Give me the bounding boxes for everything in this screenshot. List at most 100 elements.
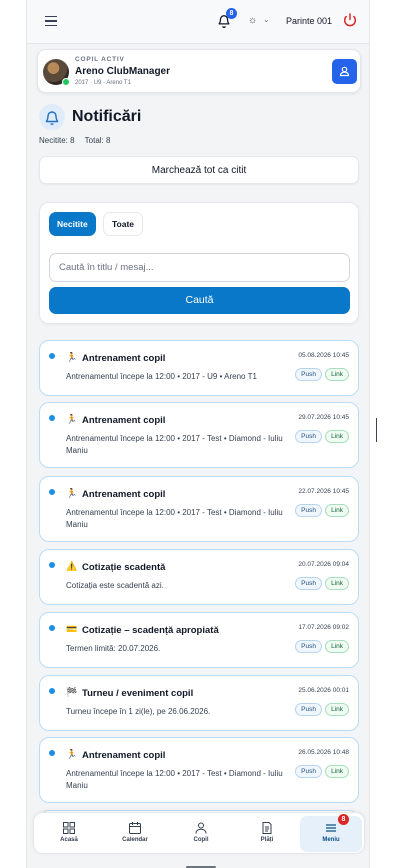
grid-icon	[63, 822, 75, 834]
checkered-flag-icon: 🏁	[66, 687, 78, 697]
unread-dot	[49, 688, 55, 694]
notification-card[interactable]: 🏃 Antrenament copil Antrenamentul începe…	[39, 737, 359, 803]
menu-lines-icon	[326, 824, 336, 832]
unread-dot	[49, 750, 55, 756]
unread-dot	[49, 353, 55, 359]
notification-counts: Necitite: 8 Total: 8	[39, 136, 118, 145]
child-avatar	[43, 59, 70, 86]
top-bar: 8 ☼ ⌄ Parinte 001	[27, 0, 369, 44]
user-icon	[339, 66, 350, 77]
logout-button[interactable]	[342, 12, 358, 28]
push-tag: Push	[295, 577, 322, 590]
total-count: Total: 8	[84, 136, 111, 145]
link-tag[interactable]: Link	[325, 703, 349, 716]
nav-menu-label: Meniu	[322, 837, 340, 843]
search-button[interactable]: Caută	[49, 287, 350, 314]
active-child-card[interactable]: COPIL ACTIV Areno ClubManager 2017 · U9 …	[37, 49, 361, 93]
link-tag[interactable]: Link	[325, 368, 349, 381]
notification-card[interactable]: 🏁 Turneu / eveniment copil Turneu începe…	[39, 675, 359, 731]
nav-child[interactable]: Copil	[170, 816, 232, 852]
notifications-button[interactable]: 8	[217, 8, 237, 29]
nav-menu[interactable]: 8 Meniu	[300, 814, 362, 852]
notification-time: 25.06.2026 00:01	[298, 687, 349, 694]
notification-time: 22.07.2026 10:45	[298, 488, 349, 495]
active-child-name: Areno ClubManager	[75, 66, 171, 77]
tab-unread[interactable]: Necitite	[49, 212, 96, 236]
active-child-label: COPIL ACTIV	[75, 56, 125, 63]
notification-title: Cotizație – scadență apropiată	[82, 625, 219, 636]
notification-count-badge: 8	[226, 8, 237, 19]
mark-all-read-button[interactable]: Marchează tot ca citit	[39, 156, 359, 184]
notification-time: 17.07.2026 09:02	[298, 624, 349, 631]
switch-child-button[interactable]	[332, 59, 357, 84]
filter-card: Necitite Toate Caută	[39, 202, 359, 324]
notification-body: Turneu începe în 1 zi(le), pe 26.06.2026…	[66, 707, 211, 716]
active-child-meta: 2017 · U9 · Areno T1	[75, 80, 131, 86]
menu-badge: 8	[338, 814, 349, 825]
scrollbar-thumb[interactable]	[376, 418, 377, 442]
push-tag: Push	[295, 504, 322, 517]
notification-card[interactable]: 🏃 Antrenament copil Antrenamentul începe…	[39, 402, 359, 468]
nav-payments[interactable]: Plăți	[236, 816, 298, 852]
sun-icon[interactable]: ☼	[248, 15, 257, 26]
notification-card[interactable]: ⚠️ Cotizație scadentă Cotizația este sca…	[39, 549, 359, 605]
push-tag: Push	[295, 703, 322, 716]
nav-payments-label: Plăți	[260, 837, 274, 843]
nav-calendar[interactable]: Calendar	[104, 816, 166, 852]
notification-time: 26.05.2026 10:48	[298, 749, 349, 756]
search-input[interactable]	[49, 253, 350, 282]
notification-time: 05.08.2026 10:45	[298, 352, 349, 359]
power-icon	[343, 13, 357, 27]
link-tag[interactable]: Link	[325, 765, 349, 778]
notification-body: Antrenamentul începe la 12:00 • 2017 - T…	[66, 508, 283, 529]
nav-home[interactable]: Acasă	[38, 816, 100, 852]
document-icon	[262, 822, 272, 834]
unread-dot	[49, 562, 55, 568]
credit-card-icon: 💳	[66, 624, 78, 634]
link-tag[interactable]: Link	[325, 430, 349, 443]
running-icon: 🏃	[66, 749, 78, 759]
notification-body: Antrenamentul începe la 12:00 • 2017 - U…	[66, 372, 257, 381]
notification-card[interactable]: 💳 Cotizație – scadență apropiată Termen …	[39, 612, 359, 668]
user-name[interactable]: Parinte 001	[286, 16, 332, 26]
page-title: Notificări	[72, 108, 142, 125]
notification-body: Cotizația este scadentă azi.	[66, 581, 164, 590]
running-icon: 🏃	[66, 414, 78, 424]
unread-dot	[49, 415, 55, 421]
notification-body: Antrenamentul începe la 12:00 • 2017 - T…	[66, 434, 283, 455]
link-tag[interactable]: Link	[325, 640, 349, 653]
bell-icon	[45, 111, 59, 125]
notification-title: Antrenament copil	[82, 489, 166, 500]
tab-all[interactable]: Toate	[103, 212, 144, 236]
nav-home-label: Acasă	[60, 837, 78, 843]
link-tag[interactable]: Link	[325, 504, 349, 517]
bottom-nav: Acasă Calendar Copil Plăți 8 Meniu	[33, 812, 365, 854]
notification-title: Cotizație scadentă	[82, 562, 166, 573]
notification-title: Antrenament copil	[82, 353, 166, 364]
running-icon: 🏃	[66, 352, 78, 362]
nav-child-label: Copil	[193, 837, 209, 843]
push-tag: Push	[295, 430, 322, 443]
notification-time: 20.07.2026 09:04	[298, 561, 349, 568]
running-icon: 🏃	[66, 488, 78, 498]
warning-icon: ⚠️	[66, 561, 78, 571]
calendar-icon	[129, 822, 141, 834]
menu-icon[interactable]	[45, 16, 57, 26]
online-status-dot	[62, 78, 70, 86]
chevron-down-icon[interactable]: ⌄	[263, 15, 270, 24]
notification-card[interactable]: 🏃 Antrenament copil Antrenamentul începe…	[39, 340, 359, 396]
page-title-icon-wrap	[39, 104, 65, 130]
push-tag: Push	[295, 765, 322, 778]
unread-dot	[49, 625, 55, 631]
notification-card[interactable]: 🏃 Antrenament copil Antrenamentul începe…	[39, 476, 359, 542]
notification-title: Antrenament copil	[82, 415, 166, 426]
push-tag: Push	[295, 368, 322, 381]
link-tag[interactable]: Link	[325, 577, 349, 590]
notification-title: Turneu / eveniment copil	[82, 688, 194, 699]
nav-calendar-label: Calendar	[122, 837, 148, 843]
unread-count: Necitite: 8	[39, 136, 75, 145]
notification-body: Antrenamentul începe la 12:00 • 2017 - T…	[66, 769, 283, 790]
app-shell: 8 ☼ ⌄ Parinte 001 COPIL ACTIV Areno Club…	[26, 0, 370, 868]
notification-time: 29.07.2026 10:45	[298, 414, 349, 421]
notification-title: Antrenament copil	[82, 750, 166, 761]
